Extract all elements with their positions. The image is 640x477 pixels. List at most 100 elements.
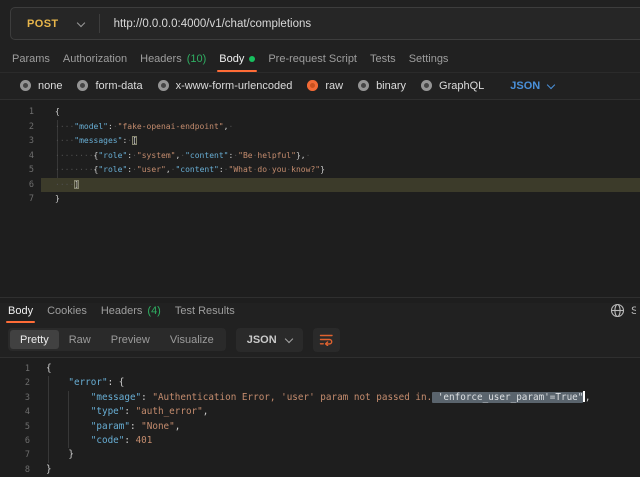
matched-bracket: [ <box>132 136 137 145</box>
wrap-lines-button[interactable] <box>313 328 340 352</box>
tab-label: Params <box>12 53 50 65</box>
view-visualize[interactable]: Visualize <box>160 330 224 349</box>
code-text: { <box>30 362 52 376</box>
code-text: ········{"role":·"system",·"content":·"B… <box>34 149 310 164</box>
tab-tests[interactable]: Tests <box>370 46 396 72</box>
radio-button-icon[interactable] <box>77 80 88 91</box>
line-number: 2 <box>0 376 30 390</box>
method-label[interactable]: POST <box>27 18 59 30</box>
line-number: 4 <box>0 405 30 419</box>
body-mode-none[interactable]: none <box>20 80 62 92</box>
code-token: ···· <box>55 180 74 189</box>
code-line: 8} <box>0 463 640 477</box>
code-token: { <box>55 107 60 116</box>
code-token <box>46 406 91 417</box>
tab-label: Body <box>219 53 244 65</box>
code-token: { <box>46 363 52 374</box>
response-meta-right: S <box>610 303 640 318</box>
tab-label: Tests <box>370 53 396 65</box>
line-number: 1 <box>0 362 30 376</box>
tab-body[interactable]: Body <box>8 298 33 323</box>
matched-bracket: ] <box>74 180 79 189</box>
code-text: "type": "auth_error", <box>30 405 208 419</box>
code-text: { <box>34 105 60 120</box>
response-body-editor[interactable]: 1{2 "error": {3 "message": "Authenticati… <box>0 357 640 477</box>
line-number: 4 <box>0 149 34 164</box>
tab-params[interactable]: Params <box>12 46 50 72</box>
line-number: 2 <box>0 120 34 135</box>
line-number: 6 <box>0 178 34 193</box>
radio-button-icon[interactable] <box>158 80 169 91</box>
code-token: "system" <box>137 151 176 160</box>
request-url-bar: POST http://0.0.0.0:4000/v1/chat/complet… <box>10 7 640 40</box>
code-token: "param" <box>91 421 130 432</box>
code-token: you <box>272 165 286 174</box>
code-token: "user" <box>137 165 166 174</box>
radio-button-icon[interactable] <box>307 80 318 91</box>
line-number: 3 <box>0 391 30 405</box>
body-mode-form-data[interactable]: form-data <box>77 80 142 92</box>
code-text: "param": "None", <box>30 420 180 434</box>
view-raw[interactable]: Raw <box>59 330 101 349</box>
view-pretty[interactable]: Pretty <box>10 330 59 349</box>
tab-authorization[interactable]: Authorization <box>63 46 127 72</box>
mode-label: raw <box>325 80 343 92</box>
body-mode-binary[interactable]: binary <box>358 80 406 92</box>
tab-label: Headers <box>101 305 143 317</box>
code-token: ···· <box>55 136 74 145</box>
code-token: ········ <box>55 151 94 160</box>
body-mode-graphql[interactable]: GraphQL <box>421 80 484 92</box>
code-token: 401 <box>136 435 153 446</box>
request-body-editor[interactable]: 1{2····"model":·"fake-openai-endpoint",·… <box>0 99 640 303</box>
tab-cookies[interactable]: Cookies <box>47 298 87 323</box>
code-token: : <box>124 406 135 417</box>
code-token: } <box>46 449 74 460</box>
code-line: 4········{"role":·"system",·"content":·"… <box>0 149 640 164</box>
globe-icon[interactable] <box>610 303 625 318</box>
response-view-switcher: PrettyRawPreviewVisualize <box>8 328 226 351</box>
code-token: "Be <box>238 151 252 160</box>
code-token <box>46 377 68 388</box>
url-input[interactable]: http://0.0.0.0:4000/v1/chat/completions <box>114 18 312 30</box>
line-number: 8 <box>0 463 30 477</box>
code-text: "code": 401 <box>30 434 152 448</box>
code-token: : <box>124 435 135 446</box>
line-number: 7 <box>0 192 34 207</box>
code-line: 2····"model":·"fake-openai-endpoint",· <box>0 120 640 135</box>
code-text: ········{"role":·"user",·"content":·"Wha… <box>34 163 325 178</box>
tab-test-results[interactable]: Test Results <box>175 298 235 323</box>
radio-button-icon[interactable] <box>20 80 31 91</box>
code-token: helpful" <box>257 151 296 160</box>
view-preview[interactable]: Preview <box>101 330 160 349</box>
tab-headers[interactable]: Headers(10) <box>140 46 206 72</box>
code-token: , <box>585 392 591 403</box>
body-mode-x-www-form-urlencoded[interactable]: x-www-form-urlencoded <box>158 80 293 92</box>
line-number: 5 <box>0 163 34 178</box>
postman-window: POST http://0.0.0.0:4000/v1/chat/complet… <box>0 0 640 477</box>
radio-button-icon[interactable] <box>358 80 369 91</box>
code-text: "error": { <box>30 376 124 390</box>
response-language-selector[interactable]: JSON <box>236 328 303 352</box>
tab-label: Pre-request Script <box>268 53 357 65</box>
mode-label: x-www-form-urlencoded <box>176 80 293 92</box>
code-text: ····"messages":·[ <box>34 134 137 149</box>
tab-count-badge: (4) <box>147 305 160 317</box>
code-token: "message" <box>91 392 141 403</box>
code-text: ····] <box>34 178 79 193</box>
code-token: ···· <box>55 122 74 131</box>
tab-body[interactable]: Body <box>219 46 255 72</box>
code-token: "content" <box>175 165 218 174</box>
radio-button-icon[interactable] <box>421 80 432 91</box>
method-chevron-down-icon[interactable] <box>76 18 84 26</box>
body-mode-raw[interactable]: raw <box>307 80 343 92</box>
code-text: } <box>30 448 74 462</box>
tab-headers[interactable]: Headers (4) <box>101 298 161 323</box>
code-line: 6····] <box>0 178 640 193</box>
body-language-selector[interactable]: JSON <box>510 80 554 92</box>
mode-label: binary <box>376 80 406 92</box>
code-line: 7} <box>0 192 640 207</box>
tab-pre-request-script[interactable]: Pre-request Script <box>268 46 357 72</box>
code-token: : <box>130 421 141 432</box>
tab-settings[interactable]: Settings <box>409 46 449 72</box>
code-text: } <box>34 192 60 207</box>
